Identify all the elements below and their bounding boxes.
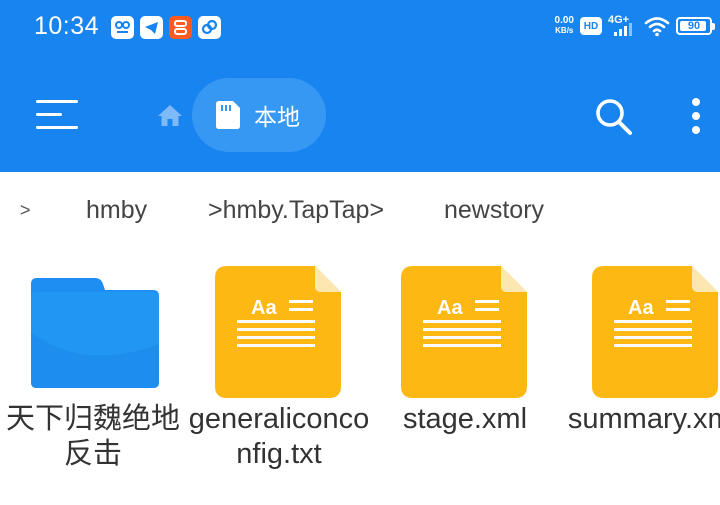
file-name: generaliconconfig.txt: [188, 403, 370, 470]
document-icon: Aa: [209, 262, 349, 402]
breadcrumb-root[interactable]: >: [20, 200, 31, 221]
svg-text:Aa: Aa: [437, 297, 463, 319]
system-icons: 0.00 KB/s HD 4G+ 90: [555, 14, 715, 38]
link-app-icon: [198, 16, 221, 39]
network-speed-unit: KB/s: [555, 26, 574, 35]
file-name: summary.xml: [567, 403, 720, 435]
network-speed: 0.00 KB/s: [555, 16, 574, 36]
search-button[interactable]: [592, 96, 636, 136]
more-options-button[interactable]: [688, 96, 704, 136]
status-time: 10:34: [34, 12, 100, 40]
document-icon: Aa: [586, 262, 720, 402]
telegram-icon: [140, 16, 163, 39]
svg-text:Aa: Aa: [628, 297, 654, 319]
video-app-icon: [169, 16, 192, 39]
breadcrumb-item-current[interactable]: newstory: [444, 196, 544, 225]
location-selector[interactable]: 本地: [192, 78, 326, 152]
video-editor-icon: [111, 16, 134, 39]
notification-icons: [111, 16, 221, 39]
file-item-folder[interactable]: 天下归魏绝地反击: [0, 262, 186, 492]
file-name: stage.xml: [402, 403, 528, 435]
home-icon[interactable]: [155, 102, 185, 128]
file-item-document[interactable]: Aa summary.xml: [560, 262, 720, 492]
storage-icon: [216, 101, 240, 129]
battery-level: 90: [687, 20, 701, 32]
search-icon: [596, 99, 632, 135]
breadcrumb-item[interactable]: hmby: [86, 196, 147, 225]
hd-badge: HD: [580, 17, 602, 35]
file-name: 天下归魏绝地反击: [5, 403, 180, 470]
breadcrumb-item[interactable]: >hmby.TapTap>: [208, 196, 384, 225]
document-icon: Aa: [395, 262, 535, 402]
breadcrumb: > hmby >hmby.TapTap> newstory: [0, 196, 720, 234]
status-bar: 10:34 0.00 KB/s HD 4G+ 90: [0, 0, 720, 58]
signal-icon: 4G+: [608, 14, 638, 38]
location-label: 本地: [254, 105, 300, 131]
wifi-icon: [644, 17, 670, 37]
svg-text:Aa: Aa: [251, 297, 277, 319]
file-grid: 天下归魏绝地反击 Aa generaliconconfig.txt Aa sta…: [0, 262, 720, 505]
file-item-document[interactable]: Aa generaliconconfig.txt: [186, 262, 372, 492]
battery-icon: 90: [676, 17, 715, 35]
network-speed-value: 0.00: [554, 15, 574, 26]
file-item-document[interactable]: Aa stage.xml: [372, 262, 558, 492]
menu-button[interactable]: [36, 96, 80, 132]
folder-icon: [23, 262, 163, 402]
